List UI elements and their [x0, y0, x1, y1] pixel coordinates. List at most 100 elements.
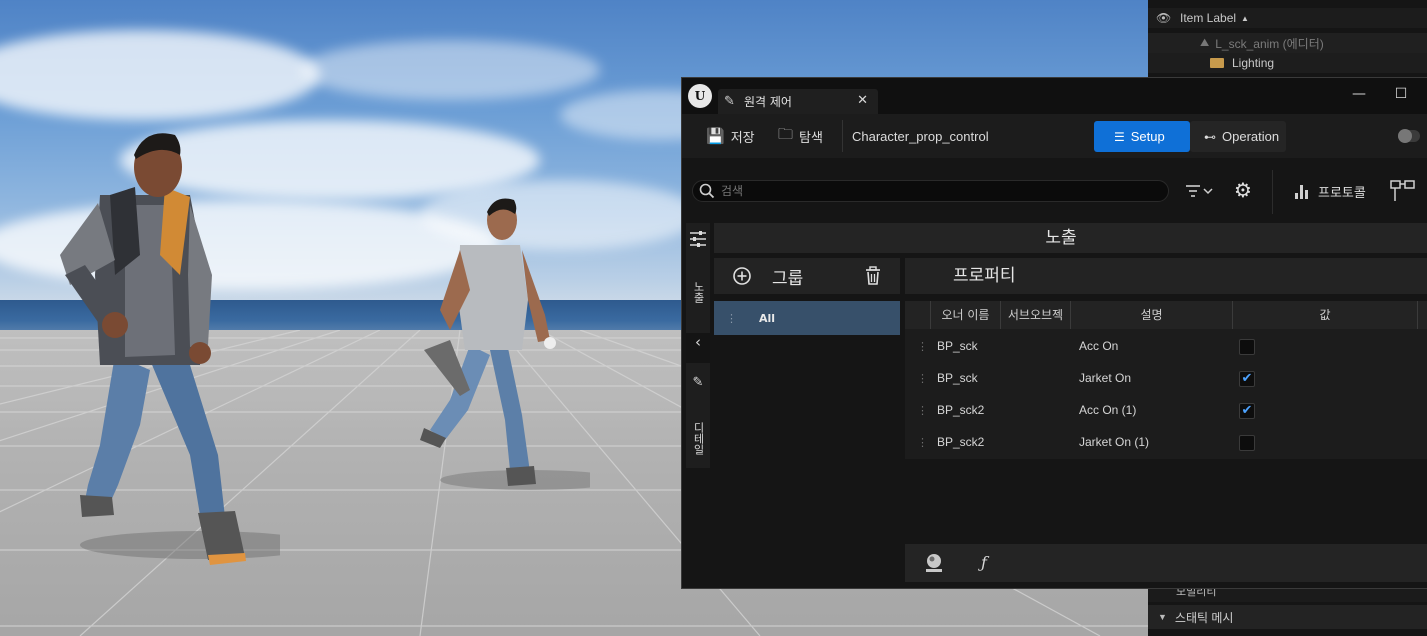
pencil-icon: ✎: [724, 94, 735, 109]
section-label: 스태틱 메시: [1174, 610, 1234, 625]
character-back[interactable]: [410, 190, 590, 500]
toolbar: 💾 저장 🗀 탐색 Character_prop_control ☰ Setup…: [682, 114, 1427, 158]
drag-handle-icon[interactable]: ⋮: [726, 312, 737, 325]
drag-handle-icon[interactable]: ⋮: [917, 340, 928, 353]
sort-ascending-icon[interactable]: ▲: [1241, 14, 1249, 23]
tab-label: 원격 제어: [744, 95, 792, 109]
property-table: 오너 이름 서브오브젝 설명 값 ⋮ BP_sck Acc On ⋮ BP_sc…: [905, 301, 1427, 459]
function-icon[interactable]: ƒ: [973, 553, 995, 573]
property-panel: 프로퍼티 오너 이름 서브오브젝 설명 값 ⋮ BP_sck Acc On ⋮: [905, 258, 1427, 459]
setup-label: Setup: [1130, 129, 1165, 144]
character-front[interactable]: [40, 125, 280, 575]
column-extra[interactable]: [1417, 301, 1427, 329]
preset-name: Character_prop_control: [852, 128, 989, 144]
bottom-bar: ƒ: [905, 544, 1427, 582]
cloud: [0, 30, 320, 120]
outliner-row-level[interactable]: ⛰ L_sck_anim (에디터): [1148, 33, 1427, 53]
value-checkbox[interactable]: [1239, 339, 1255, 355]
save-button[interactable]: 💾 저장: [706, 114, 755, 158]
bar-chart-icon: [1295, 185, 1308, 199]
searchbar-divider: [1272, 170, 1273, 214]
expand-arrow-icon[interactable]: ▼: [1158, 612, 1167, 622]
drag-handle-icon[interactable]: ⋮: [917, 436, 928, 449]
value-checkbox[interactable]: ✔: [1239, 371, 1255, 387]
search-input[interactable]: [721, 184, 1161, 198]
protocol-label: 프로토콜: [1318, 185, 1366, 201]
webcam-icon[interactable]: [923, 553, 945, 573]
group-item-all[interactable]: ⋮ All: [714, 301, 900, 335]
row-owner: BP_sck: [937, 339, 978, 353]
tab-details-vertical[interactable]: 디테일: [686, 413, 710, 463]
toolbar-divider: [842, 120, 843, 152]
column-description[interactable]: 설명: [1070, 301, 1232, 329]
close-tab-icon[interactable]: ✕: [857, 93, 868, 108]
outliner-row-label: L_sck_anim (에디터): [1215, 36, 1324, 51]
row-description: Acc On (1): [1079, 403, 1137, 417]
drag-handle-icon[interactable]: ⋮: [917, 372, 928, 385]
value-checkbox[interactable]: [1239, 435, 1255, 451]
browse-button[interactable]: 🗀 탐색: [778, 114, 823, 158]
details-pencil-icon[interactable]: ✎: [686, 375, 710, 395]
folder-icon: [1210, 58, 1224, 68]
column-value[interactable]: 값: [1232, 301, 1417, 329]
setup-mode-button[interactable]: ☰ Setup: [1094, 121, 1190, 152]
visibility-eye-icon[interactable]: 👁: [1156, 11, 1176, 25]
property-title: 프로퍼티: [905, 258, 1427, 294]
live-mode-toggle[interactable]: [1390, 127, 1427, 147]
static-mesh-section[interactable]: ▼ 스태틱 메시: [1148, 605, 1427, 629]
outliner-header-label: Item Label: [1180, 11, 1237, 25]
column-owner-name[interactable]: 오너 이름: [930, 301, 1000, 329]
search-box[interactable]: [692, 180, 1169, 202]
filter-button[interactable]: [1182, 180, 1216, 202]
row-description: Jarket On: [1079, 371, 1132, 385]
group-title: 그룹: [772, 268, 804, 289]
row-owner: BP_sck2: [937, 435, 985, 449]
outliner-row-lighting[interactable]: Lighting: [1148, 53, 1427, 73]
maximize-button[interactable]: ☐: [1389, 86, 1413, 106]
group-item-label: All: [759, 311, 776, 325]
table-row[interactable]: ⋮ BP_sck Acc On: [905, 331, 1427, 363]
title-bar[interactable]: U ✎ 원격 제어 ✕ — ☐: [682, 78, 1427, 114]
tab-remote-control[interactable]: ✎ 원격 제어 ✕: [718, 89, 878, 114]
tab-expose-vertical[interactable]: 노출: [686, 269, 710, 315]
save-disk-icon: 💾: [706, 127, 725, 145]
protocol-button[interactable]: 프로토콜: [1294, 180, 1366, 202]
table-row[interactable]: ⋮ BP_sck2 Acc On (1) ✔: [905, 395, 1427, 427]
search-bar: ⚙ 프로토콜: [682, 164, 1427, 218]
browse-label: 탐색: [799, 130, 823, 146]
browse-folder-icon: 🗀: [778, 124, 794, 143]
property-table-header: 오너 이름 서브오브젝 설명 값: [905, 301, 1427, 329]
operation-node-icon: ⊷: [1204, 129, 1216, 144]
expose-header: 노출: [714, 223, 1427, 253]
save-label: 저장: [730, 130, 755, 146]
trash-icon[interactable]: [864, 266, 882, 286]
screen: 👁 Item Label ▲ ⛰ L_sck_anim (에디터) Lighti…: [0, 0, 1427, 636]
minimize-button[interactable]: —: [1347, 86, 1371, 106]
setup-list-icon: ☰: [1114, 129, 1125, 144]
collapse-chevron-left-icon[interactable]: ‹: [686, 333, 710, 363]
sliders-icon[interactable]: [686, 227, 710, 251]
table-row[interactable]: ⋮ BP_sck2 Jarket On (1): [905, 427, 1427, 459]
drag-handle-icon[interactable]: ⋮: [917, 404, 928, 417]
search-icon: [699, 183, 715, 199]
group-header: 그룹: [714, 258, 900, 294]
logic-node-icon: [1390, 180, 1415, 201]
group-panel: 그룹 ⋮ All: [714, 258, 900, 338]
value-checkbox[interactable]: ✔: [1239, 403, 1255, 419]
cloud: [300, 40, 600, 100]
row-description: Jarket On (1): [1079, 435, 1150, 449]
add-group-icon[interactable]: [732, 266, 752, 286]
operation-mode-button[interactable]: ⊷ Operation: [1190, 121, 1286, 152]
row-owner: BP_sck: [937, 371, 978, 385]
filter-icon: [1186, 185, 1213, 197]
toggle-knob: [1398, 129, 1412, 143]
settings-gear-icon[interactable]: ⚙: [1234, 178, 1258, 202]
row-owner: BP_sck2: [937, 403, 985, 417]
level-icon: ⛰: [1200, 36, 1210, 49]
table-row[interactable]: ⋮ BP_sck Jarket On ✔: [905, 363, 1427, 395]
row-description: Acc On: [1079, 339, 1119, 353]
remote-control-window: U ✎ 원격 제어 ✕ — ☐ 💾 저장 🗀 탐색 Character_prop…: [681, 77, 1427, 589]
column-subobject[interactable]: 서브오브젝: [1000, 301, 1070, 329]
logic-button[interactable]: [1390, 178, 1416, 204]
outliner-header[interactable]: 👁 Item Label ▲: [1148, 8, 1427, 28]
